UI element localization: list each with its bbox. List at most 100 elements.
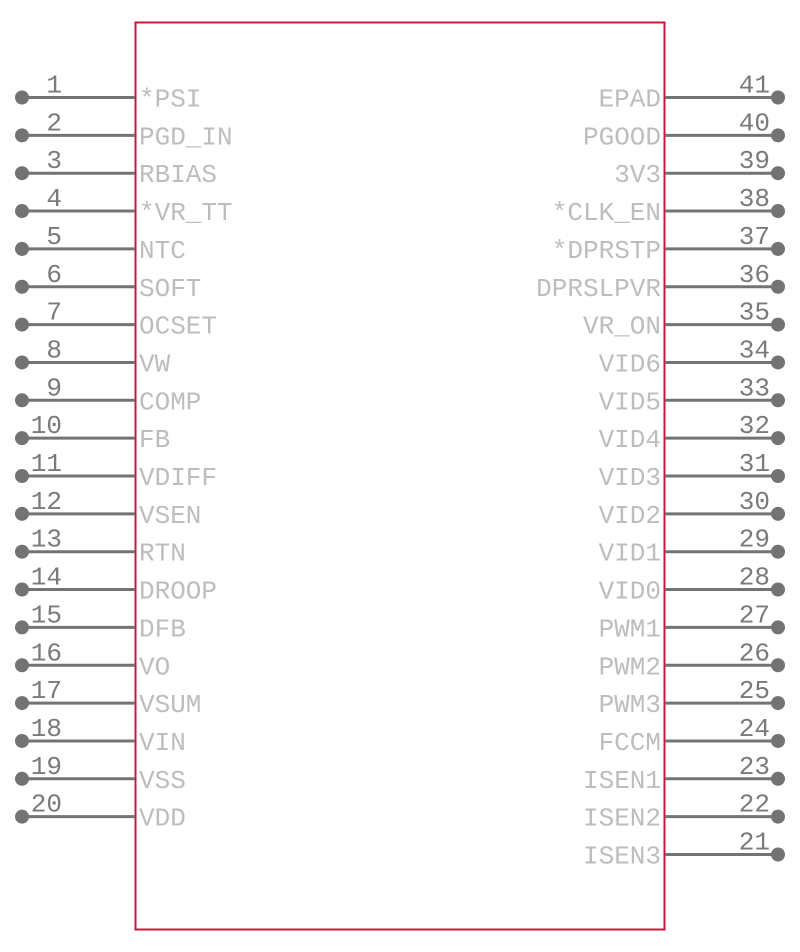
pin-number: 34 — [739, 335, 770, 365]
pin-label: NTC — [139, 236, 186, 266]
pin-number: 36 — [739, 260, 770, 290]
pin-number: 7 — [46, 298, 62, 328]
pin-number: 40 — [739, 108, 770, 138]
pin-terminal-dot — [771, 544, 785, 559]
pin-label: SOFT — [139, 274, 201, 304]
pin-label: COMP — [139, 387, 201, 417]
pin-number: 21 — [739, 828, 770, 858]
pin-number: 24 — [739, 714, 770, 744]
pin-20: 20 VDD — [15, 790, 186, 834]
pin-label: PWM1 — [599, 614, 661, 644]
pin-label: VSUM — [139, 690, 201, 720]
pin-terminal-dot — [771, 241, 785, 256]
pin-number: 22 — [739, 790, 770, 820]
pin-terminal-dot — [15, 355, 29, 370]
pin-label: VDD — [139, 804, 186, 834]
pin-number: 8 — [46, 335, 62, 365]
pin-terminal-dot — [771, 204, 785, 219]
pin-terminal-dot — [771, 658, 785, 673]
pin-terminal-dot — [15, 279, 29, 294]
pin-label: *CLK_EN — [552, 198, 661, 228]
pin-number: 15 — [31, 600, 62, 630]
pin-terminal-dot — [771, 809, 785, 824]
pin-number: 38 — [739, 184, 770, 214]
pin-number: 30 — [739, 487, 770, 517]
pin-number: 18 — [31, 714, 62, 744]
pin-terminal-dot — [15, 506, 29, 521]
pin-label: VR_ON — [583, 312, 661, 342]
pin-label: VID0 — [599, 577, 661, 607]
pin-terminal-dot — [771, 393, 785, 408]
pin-number: 31 — [739, 449, 770, 479]
pin-label: *PSI — [139, 85, 201, 115]
pin-label: VSS — [139, 766, 186, 796]
pin-number: 29 — [739, 525, 770, 555]
pin-terminal-dot — [771, 582, 785, 597]
pin-terminal-dot — [15, 204, 29, 219]
pin-label: VW — [139, 349, 171, 379]
pin-terminal-dot — [15, 317, 29, 332]
pin-label: VO — [139, 652, 170, 682]
pin-number: 26 — [739, 638, 770, 668]
pin-number: 1 — [46, 71, 62, 101]
pin-label: VID2 — [599, 501, 661, 531]
pin-number: 4 — [46, 184, 62, 214]
pin-label: VIN — [139, 728, 186, 758]
pin-terminal-dot — [771, 317, 785, 332]
pin-number: 5 — [46, 222, 62, 252]
pin-terminal-dot — [15, 241, 29, 256]
pin-terminal-dot — [15, 658, 29, 673]
pin-terminal-dot — [15, 166, 29, 181]
pin-5: 5 NTC — [15, 222, 186, 266]
pin-label: RTN — [139, 539, 186, 569]
pin-number: 25 — [739, 676, 770, 706]
pin-label: VID5 — [599, 387, 661, 417]
pin-terminal-dot — [15, 809, 29, 824]
pin-label: FCCM — [599, 728, 661, 758]
pin-label: ISEN1 — [583, 766, 661, 796]
pin-number: 14 — [31, 563, 62, 593]
pin-terminal-dot — [771, 506, 785, 521]
pin-number: 3 — [46, 146, 62, 176]
pin-label: RBIAS — [139, 160, 217, 190]
pin-label: PGD_IN — [139, 122, 233, 152]
pin-number: 27 — [739, 600, 770, 630]
pin-number: 9 — [46, 373, 62, 403]
pin-terminal-dot — [15, 696, 29, 711]
pin-terminal-dot — [15, 582, 29, 597]
pin-terminal-dot — [771, 771, 785, 786]
pin-terminal-dot — [771, 166, 785, 181]
pin-number: 23 — [739, 752, 770, 782]
pin-label: VID4 — [599, 425, 661, 455]
pin-terminal-dot — [15, 544, 29, 559]
pin-number: 19 — [31, 752, 62, 782]
pin-number: 37 — [739, 222, 770, 252]
pin-label: PGOOD — [583, 122, 661, 152]
pin-label: VID1 — [599, 539, 661, 569]
pin-number: 39 — [739, 146, 770, 176]
pin-number: 33 — [739, 373, 770, 403]
pin-3: 3 RBIAS — [15, 146, 217, 190]
pin-number: 20 — [31, 790, 62, 820]
pin-label: 3V3 — [614, 160, 661, 190]
pin-terminal-dot — [771, 469, 785, 483]
pin-label: ISEN3 — [583, 842, 661, 872]
pin-terminal-dot — [15, 620, 29, 635]
pin-terminal-dot — [771, 847, 785, 862]
pin-terminal-dot — [15, 393, 29, 408]
pin-8: 8 VW — [15, 335, 171, 379]
pin-terminal-dot — [771, 431, 785, 446]
pin-number: 12 — [31, 487, 62, 517]
pin-number: 41 — [739, 71, 770, 101]
pin-label: DFB — [139, 614, 186, 644]
pin-terminal-dot — [771, 279, 785, 294]
pin-number: 2 — [46, 108, 62, 138]
pin-terminal-dot — [771, 620, 785, 635]
pin-terminal-dot — [771, 128, 785, 143]
pin-6: 6 SOFT — [15, 260, 201, 304]
pin-terminal-dot — [15, 733, 29, 748]
pin-21: 21 ISEN3 — [583, 828, 785, 872]
pin-number: 32 — [739, 411, 770, 441]
pin-terminal-dot — [15, 771, 29, 786]
pin-terminal-dot — [771, 733, 785, 748]
